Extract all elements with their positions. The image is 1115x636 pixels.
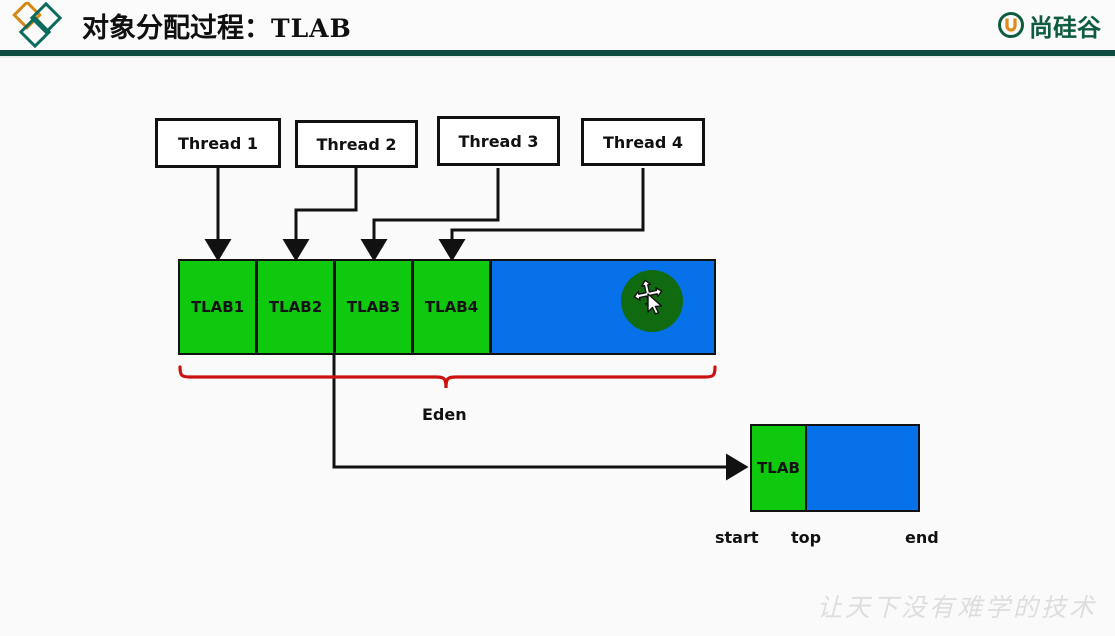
page-title-latin: TLAB <box>271 14 352 43</box>
wire-thread2 <box>282 168 358 262</box>
thread-box-1[interactable]: Thread 1 <box>155 118 281 168</box>
detail-tlab-free[interactable] <box>807 424 920 512</box>
thread-box-4[interactable]: Thread 4 <box>581 118 705 166</box>
detail-tlab-label: TLAB <box>757 459 800 477</box>
tlab-cell-4-label: TLAB4 <box>424 298 479 316</box>
eden-brace <box>178 365 717 389</box>
tlab-cell-3-label: TLAB3 <box>346 298 401 316</box>
thread-box-4-label: Thread 4 <box>603 132 683 152</box>
brand-logo-text: 尚硅谷 <box>1029 13 1101 42</box>
tlab-cell-1-label: TLAB1 <box>190 298 245 316</box>
tlab-cell-4[interactable]: TLAB4 <box>412 259 491 355</box>
marker-label-end: end <box>905 528 939 547</box>
marker-label-start: start <box>715 528 759 547</box>
header-bar: 对象分配过程：TLAB 尚硅谷 <box>0 0 1115 50</box>
page-title-cn: 对象分配过程： <box>82 13 271 44</box>
four-way-move-arrow-pointer <box>633 279 663 315</box>
slide-canvas: Thread 1 Thread 2 Thread 3 Thread 4 TLAB… <box>0 58 1115 636</box>
tlab-cell-2[interactable]: TLAB2 <box>256 259 335 355</box>
detail-tlab-used[interactable]: TLAB <box>750 424 807 512</box>
marker-label-top: top <box>791 528 822 547</box>
page-title: 对象分配过程：TLAB <box>82 6 352 45</box>
eden-label: Eden <box>422 405 467 424</box>
thread-box-3[interactable]: Thread 3 <box>437 116 560 166</box>
brand-logo: 尚硅谷 <box>998 6 1101 44</box>
atguigu-u-circle-logo <box>998 12 1024 38</box>
wire-tlab2-to-detail <box>332 355 749 481</box>
wire-thread3 <box>360 168 500 262</box>
thread-box-2-label: Thread 2 <box>316 134 397 154</box>
wire-thread4 <box>438 168 645 262</box>
tlab-cell-1[interactable]: TLAB1 <box>178 259 257 355</box>
thread-box-2[interactable]: Thread 2 <box>295 120 418 168</box>
three-diamonds-logo <box>8 2 70 50</box>
tlab-cell-2-label: TLAB2 <box>268 298 323 316</box>
thread-box-3-label: Thread 3 <box>458 131 539 151</box>
thread-box-1-label: Thread 1 <box>178 133 258 153</box>
watermark-text: 让天下没有难学的技术 <box>816 593 1097 622</box>
tlab-cell-3[interactable]: TLAB3 <box>334 259 413 355</box>
